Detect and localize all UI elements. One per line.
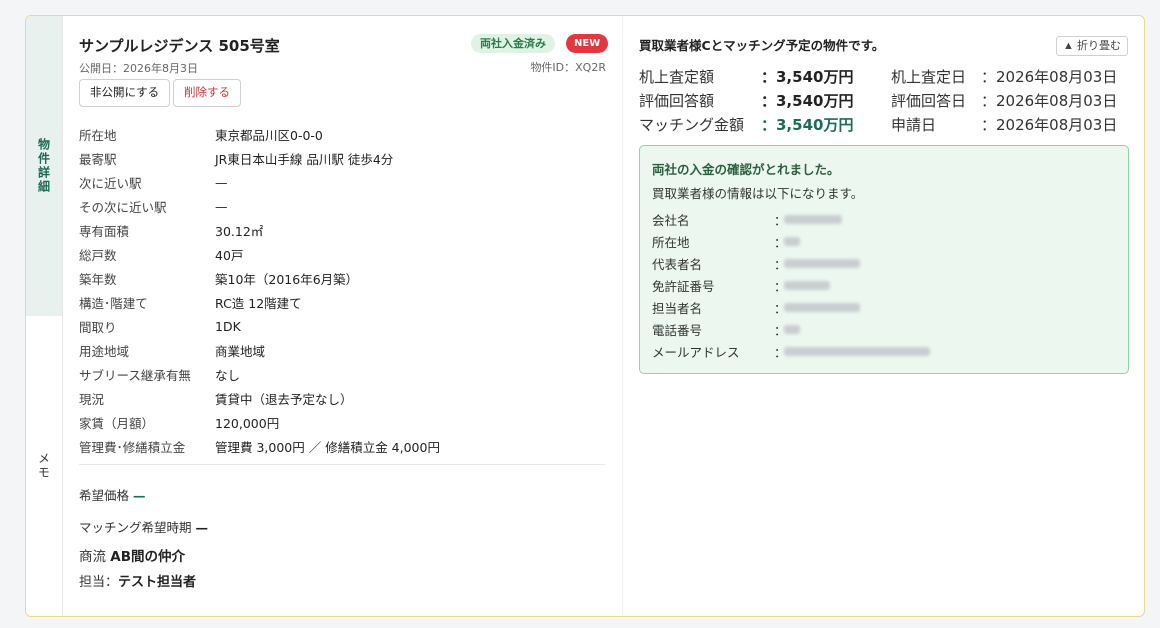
buyer-info-list: 会社名： 所在地： 代表者名： 免許証番号： 担当者名： 電話番号： メールアド… <box>652 208 930 362</box>
buyer-info-row: 担当者名： <box>652 296 930 318</box>
detail-row: 次に近い駅 — <box>79 174 228 191</box>
buyer-info-heading: 両社の入金の確認がとれました。 <box>652 162 840 177</box>
buyer-info-row: 所在地： <box>652 230 930 252</box>
detail-row: 用途地域 商業地域 <box>79 343 266 359</box>
property-title: サンプルレジデンス 505号室 <box>79 37 280 55</box>
divider <box>79 464 605 465</box>
buyer-info-subtext: 買取業者様の情報は以下になります。 <box>652 186 864 201</box>
commerce-flow: 商流 AB間の仲介 <box>79 549 186 565</box>
buyer-info-box: 両社の入金の確認がとれました。 買取業者様の情報は以下になります。 会社名： 所… <box>639 145 1129 374</box>
vertical-tabs: 物件詳細 メモ <box>26 16 63 616</box>
amount-row: 評価回答額 ：3,540万円 評価回答日 ：2026年08月03日 <box>639 91 1118 110</box>
property-detail-list: 所在地 東京都品川区0-0-0 最寄駅 JR東日本山手線 品川駅 徒歩4分 次に近い… <box>79 122 609 458</box>
detail-row: サブリース継承有無 なし <box>79 367 241 383</box>
detail-row: 家賃（月額） 120,000円 <box>79 415 280 431</box>
desired-price: 希望価格 — <box>79 488 146 503</box>
detail-row: 最寄駅 JR東日本山手線 品川駅 徒歩4分 <box>79 151 394 167</box>
detail-row: 間取り 1DK <box>79 318 241 335</box>
matching-period: マッチング希望時期 — <box>79 520 209 535</box>
detail-row: 構造･階建て RC造 12階建て <box>79 295 302 311</box>
make-private-button[interactable]: 非公開にする <box>79 79 171 107</box>
redacted-value <box>784 324 800 334</box>
staff: 担当：テスト担当者 <box>79 575 197 590</box>
redacted-value <box>784 280 830 290</box>
redacted-value <box>784 258 860 268</box>
detail-row: 総戸数 40戸 <box>79 247 244 263</box>
new-badge: NEW <box>566 34 609 53</box>
matching-panel: 買取業者様Cとマッチング予定の物件です。 ▲ 折り畳む 机上査定額 ：3,540万… <box>624 16 1144 616</box>
redacted-value <box>784 346 930 356</box>
detail-row: 現況 賃貸中（退去予定なし） <box>79 391 353 407</box>
buyer-info-row: 免許証番号： <box>652 274 930 296</box>
buyer-info-row: メールアドレス： <box>652 340 930 362</box>
buyer-info-row: 会社名： <box>652 208 930 230</box>
redacted-value <box>784 236 800 246</box>
matching-amounts: 机上査定額 ：3,540万円 机上査定日 ：2026年08月03日 評価回答額 ：3,… <box>639 64 1134 136</box>
redacted-value <box>784 302 860 312</box>
buyer-info-row: 電話番号： <box>652 318 930 340</box>
detail-row: 管理費･修繕積立金 管理費 3,000円 ／ 修繕積立金 4,000円 <box>79 439 440 455</box>
property-card: 物件詳細 メモ サンプルレジデンス 505号室 公開日：2026年8月3日 両社… <box>25 15 1145 617</box>
buyer-info-row: 代表者名： <box>652 252 930 274</box>
published-date: 公開日：2026年8月3日 <box>79 62 198 75</box>
tab-property-detail[interactable]: 物件詳細 <box>26 16 62 316</box>
collapse-button[interactable]: ▲ 折り畳む <box>1056 36 1128 56</box>
redacted-value <box>784 214 842 224</box>
detail-row: 専有面積 30.12㎡ <box>79 223 264 239</box>
property-detail-panel: サンプルレジデンス 505号室 公開日：2026年8月3日 両社入金済み NEW… <box>63 16 623 616</box>
matching-title: 買取業者様Cとマッチング予定の物件です。 <box>639 38 885 53</box>
tab-memo[interactable]: メモ <box>26 316 62 616</box>
status-badge-paid: 両社入金済み <box>471 34 555 53</box>
amount-row: 机上査定額 ：3,540万円 机上査定日 ：2026年08月03日 <box>639 67 1118 86</box>
detail-row: 築年数 築10年（2016年6月築） <box>79 271 359 287</box>
delete-button[interactable]: 削除する <box>173 79 241 107</box>
amount-row: マッチング金額 ：3,540万円 申請日 ：2026年08月03日 <box>639 115 1118 134</box>
property-id: 物件ID：XQ2R <box>530 61 606 74</box>
detail-row: 所在地 東京都品川区0-0-0 <box>79 127 323 143</box>
detail-row: その次に近い駅 — <box>79 198 228 215</box>
